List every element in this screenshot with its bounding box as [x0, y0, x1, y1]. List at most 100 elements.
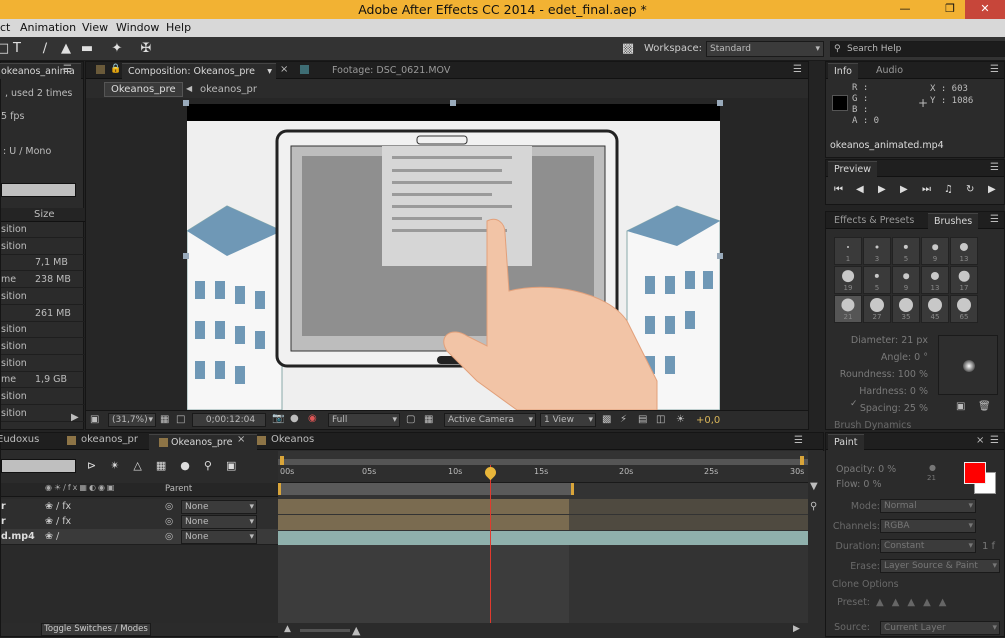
- pickwhip-icon[interactable]: ◎: [165, 529, 173, 544]
- exposure-value[interactable]: +0,0: [696, 415, 720, 426]
- layer-search-input[interactable]: [1, 459, 76, 473]
- scroll-right-icon[interactable]: ▶: [793, 624, 800, 634]
- layer-bar-2[interactable]: [278, 515, 569, 530]
- magnification-dropdown[interactable]: (31,7%) ▾: [108, 413, 156, 427]
- current-time-display[interactable]: 0;00:12:04: [192, 413, 266, 427]
- menu-window[interactable]: Window: [116, 21, 159, 34]
- roto-brush-icon[interactable]: ✦: [108, 40, 126, 58]
- channel-icon[interactable]: ◉: [308, 413, 317, 424]
- brush-hardness[interactable]: Hardness: 0 %: [826, 383, 928, 400]
- tab-audio[interactable]: Audio: [870, 63, 909, 79]
- brush-angle[interactable]: Angle: 0 °: [826, 349, 928, 366]
- tab-okeanos-pr[interactable]: okeanos_pr: [81, 434, 138, 445]
- panel-menu-icon[interactable]: ☰: [793, 64, 802, 75]
- menu-animation[interactable]: Animation: [20, 21, 76, 34]
- flowchart-icon[interactable]: ◫: [656, 414, 665, 425]
- handle-tr[interactable]: [717, 100, 723, 106]
- layer-row[interactable]: d.mp4 ❀ ∕ ◎ None ▾: [1, 529, 278, 545]
- search-icon[interactable]: ⚲: [810, 501, 817, 512]
- last-frame-icon[interactable]: ⏭: [922, 184, 931, 195]
- lock-icon[interactable]: 🔒: [110, 64, 121, 74]
- project-row[interactable]: sition: [1, 239, 85, 255]
- tab-footage[interactable]: Footage: DSC_0621.MOV: [326, 63, 456, 79]
- timeline-switch-icons[interactable]: ⊳✴△▦●⚲▣: [87, 459, 250, 472]
- resolution-dropdown[interactable]: Full ▾: [328, 413, 400, 427]
- transparency-grid-icon[interactable]: ▦: [424, 414, 433, 425]
- handle-ml[interactable]: [183, 253, 189, 259]
- brush-tip[interactable]: 9: [892, 266, 920, 294]
- comp-button-icon[interactable]: ▼: [810, 481, 818, 492]
- tab-composition[interactable]: Composition: Okeanos_pre ▾: [122, 63, 276, 79]
- play-icon[interactable]: ▶: [878, 184, 886, 195]
- layer-switches[interactable]: ❀ ∕ fx: [45, 499, 71, 514]
- source-dropdown[interactable]: Current Layer ▾: [880, 621, 1000, 635]
- menu-view[interactable]: View: [82, 21, 108, 34]
- delete-brush-icon[interactable]: 🗑: [978, 401, 991, 412]
- current-time-indicator[interactable]: [490, 465, 491, 625]
- paint-opacity[interactable]: Opacity: 0 %: [836, 462, 896, 477]
- zoom-in-icon[interactable]: ▲: [352, 624, 360, 637]
- layer-switches[interactable]: ❀ ∕ fx: [45, 514, 71, 529]
- project-row[interactable]: 7,1 MB: [1, 255, 85, 272]
- tab-info[interactable]: Info: [828, 63, 858, 79]
- toggle-switches-button[interactable]: Toggle Switches / Modes: [41, 623, 151, 636]
- project-row[interactable]: me 1,9 GB: [1, 372, 85, 389]
- project-row[interactable]: sition: [1, 356, 85, 372]
- panel-menu-icon[interactable]: ☰: [990, 214, 999, 225]
- project-row[interactable]: me 238 MB: [1, 272, 85, 289]
- camera-dropdown[interactable]: Active Camera ▾: [444, 413, 536, 427]
- close-button[interactable]: ✕: [965, 0, 1005, 19]
- audio-icon[interactable]: ♫: [944, 184, 953, 195]
- parent-dropdown[interactable]: None ▾: [181, 515, 257, 529]
- clone-options-label[interactable]: Clone Options: [832, 579, 899, 590]
- brush-dynamics-label[interactable]: Brush Dynamics: [834, 420, 911, 431]
- layer-bar-3[interactable]: [278, 531, 808, 545]
- work-area-bar[interactable]: [278, 483, 574, 495]
- brush-tip[interactable]: 35: [892, 295, 920, 323]
- project-row[interactable]: sition: [1, 289, 85, 305]
- layer-switches[interactable]: ❀ ∕: [45, 529, 59, 544]
- clone-preset-icons[interactable]: ▲▲▲▲▲: [876, 597, 954, 608]
- erase-dropdown[interactable]: Layer Source & Paint ▾: [880, 559, 1000, 573]
- ram-preview-icon[interactable]: ▶: [988, 184, 996, 195]
- timeline-icon[interactable]: ▤: [638, 414, 647, 425]
- menu-composition[interactable]: ct: [0, 21, 10, 34]
- tab-eudoxus[interactable]: Eudoxus: [0, 434, 39, 445]
- pickwhip-icon[interactable]: ◎: [165, 499, 173, 514]
- panel-menu-icon[interactable]: ☰: [794, 435, 803, 446]
- spacing-checkbox[interactable]: ✓: [850, 399, 858, 409]
- view-layout-dropdown[interactable]: 1 View ▾: [540, 413, 596, 427]
- project-row[interactable]: sition: [1, 339, 85, 355]
- new-brush-icon[interactable]: ▣: [956, 401, 965, 412]
- tab-paint[interactable]: Paint: [828, 434, 864, 450]
- brush-tip[interactable]: 65: [950, 295, 978, 323]
- layer-bar-1[interactable]: [278, 499, 569, 514]
- workspace-dropdown[interactable]: Standard ▾: [706, 41, 824, 57]
- paint-flow[interactable]: Flow: 0 %: [836, 477, 896, 492]
- snapshot-icon[interactable]: 📷: [272, 413, 284, 424]
- layer-row[interactable]: r ❀ ∕ fx ◎ None ▾: [1, 499, 278, 515]
- show-snapshot-icon[interactable]: ●: [290, 413, 299, 424]
- handle-mr[interactable]: [717, 253, 723, 259]
- brush-diameter[interactable]: Diameter: 21 px: [826, 332, 928, 349]
- panel-menu-icon[interactable]: ☰: [990, 162, 999, 173]
- panel-menu-icon[interactable]: ☰: [990, 64, 999, 75]
- layer-row[interactable]: r ❀ ∕ fx ◎ None ▾: [1, 514, 278, 530]
- parent-dropdown[interactable]: None ▾: [181, 530, 257, 544]
- brush-tip[interactable]: 13: [921, 266, 949, 294]
- always-preview-icon[interactable]: ▣: [90, 414, 99, 425]
- handle-tc[interactable]: [450, 100, 456, 106]
- puppet-pin-icon[interactable]: ✠: [137, 40, 155, 58]
- comp-viewer[interactable]: [86, 98, 808, 410]
- brush-tip[interactable]: 45: [921, 295, 949, 323]
- previous-frame-icon[interactable]: ◀: [856, 184, 864, 195]
- menu-help[interactable]: Help: [166, 21, 191, 34]
- channels-dropdown[interactable]: RGBA ▾: [880, 519, 976, 533]
- project-row[interactable]: sition: [1, 322, 85, 339]
- breadcrumb-okeanos-pre[interactable]: Okeanos_pre: [104, 82, 183, 97]
- exposure-icon[interactable]: ☀: [676, 414, 685, 425]
- handle-tl[interactable]: [183, 100, 189, 106]
- restore-icon[interactable]: ❐: [935, 0, 965, 19]
- workspace-icon[interactable]: ▩: [618, 40, 638, 58]
- brush-roundness[interactable]: Roundness: 100 %: [826, 366, 928, 383]
